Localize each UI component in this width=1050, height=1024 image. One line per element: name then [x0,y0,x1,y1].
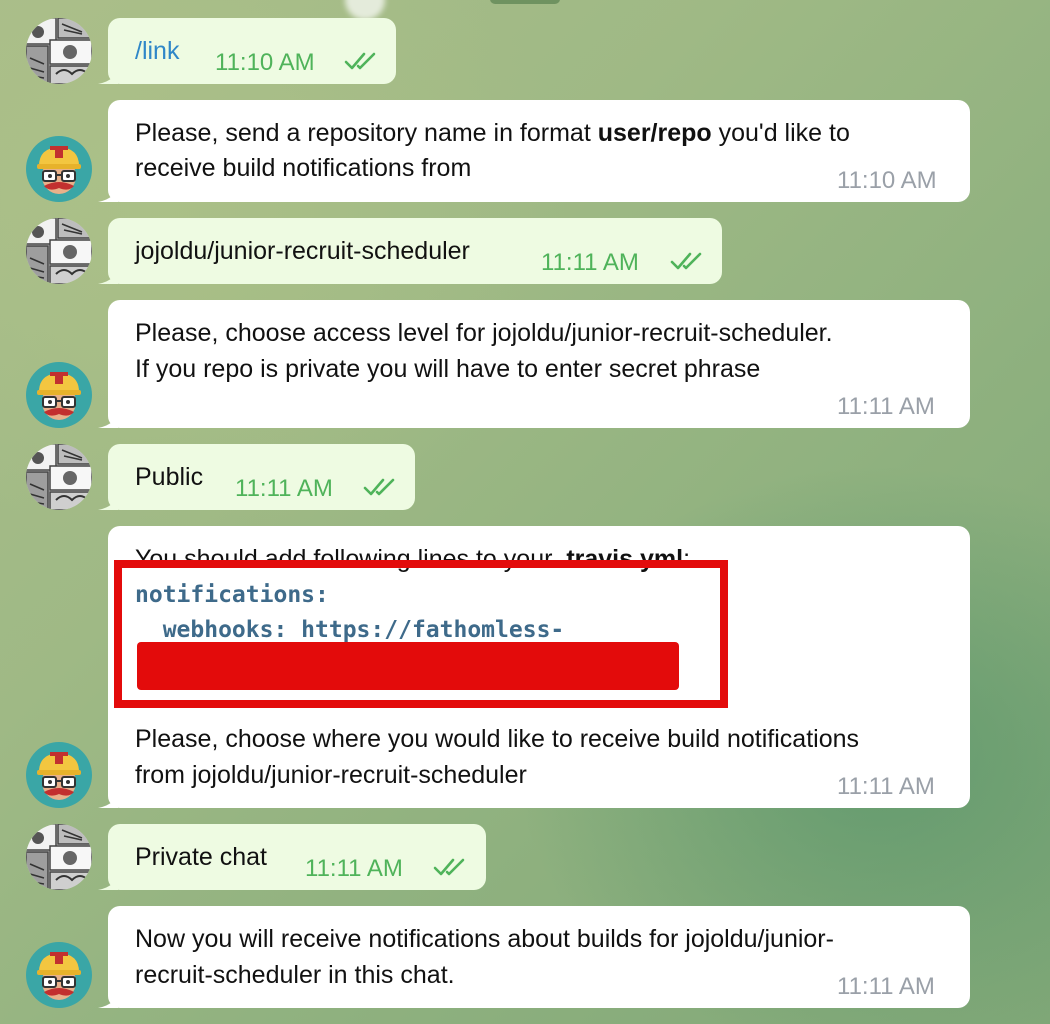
user-avatar[interactable] [26,18,92,84]
message-text-line1: Please, choose where you would like to r… [135,725,860,753]
message-time: 11:11 AM [235,475,333,502]
message-time: 11:11 AM [305,855,403,882]
message-bubble-incoming: Now you will receive notifications about… [98,906,970,1008]
user-avatar[interactable] [26,444,92,510]
bot-avatar[interactable] [26,742,92,808]
travis-ci-mascot-icon [26,362,92,428]
manga-avatar-icon [26,824,92,890]
message-text-line2: If you repo is private you will have to … [135,355,761,383]
travis-ci-mascot-icon [26,742,92,808]
message-text-line1: Please, send a repository name in format… [135,119,850,147]
double-check-icon [433,856,469,878]
bubble-tail [98,64,118,84]
bot-avatar[interactable] [26,136,92,202]
manga-avatar-icon [26,444,92,510]
message-time: 11:11 AM [837,393,935,420]
bot-avatar[interactable] [26,942,92,1008]
message-time: 11:11 AM [837,973,935,1000]
message-time: 11:10 AM [215,49,315,76]
manga-avatar-icon [26,18,92,84]
message-text-line2: from jojoldu/junior-recruit-scheduler [135,761,527,789]
user-avatar[interactable] [26,824,92,890]
user-avatar[interactable] [26,218,92,284]
message-text-line2: recruit-scheduler in this chat. [135,961,455,989]
message-bubble-outgoing[interactable]: Public 11:11 AM [98,444,415,510]
message-time: 11:11 AM [837,773,935,800]
message-bubble-incoming: Please, send a repository name in format… [98,100,970,202]
travis-ci-mascot-icon [26,136,92,202]
message-text[interactable]: /link [135,33,179,69]
message-time: 11:10 AM [837,167,937,194]
bubble-tail [98,264,118,284]
message-text-line2: receive build notifications from [135,154,472,182]
bubble-tail [98,870,118,890]
message-bubble-outgoing[interactable]: /link 11:10 AM [98,18,396,84]
highlight-box [114,560,728,708]
double-check-icon [344,50,380,72]
bubble-tail [98,182,118,202]
message-text: Private chat [135,843,268,871]
message-text: jojoldu/junior-recruit-scheduler [135,237,470,265]
travis-ci-mascot-icon [26,942,92,1008]
bubble-tail [98,988,118,1008]
message-bubble-incoming: Please, choose access level for jojoldu/… [98,300,970,428]
message-text: Public [135,463,204,491]
manga-avatar-icon [26,218,92,284]
message-bubble-incoming: You should add following lines to your .… [98,526,970,808]
double-check-icon [670,250,706,272]
bubble-tail [98,788,118,808]
message-text-line1: Please, choose access level for jojoldu/… [135,319,833,347]
background-mark [490,0,560,4]
message-text-line1: Now you will receive notifications about… [135,925,834,953]
message-time: 11:11 AM [541,249,639,276]
bot-avatar[interactable] [26,362,92,428]
message-bubble-outgoing[interactable]: Private chat 11:11 AM [98,824,486,890]
double-check-icon [363,476,399,498]
bubble-tail [98,490,118,510]
message-bubble-outgoing[interactable]: jojoldu/junior-recruit-scheduler 11:11 A… [98,218,722,284]
background-blur-spot [345,0,385,20]
bubble-tail [98,408,118,428]
